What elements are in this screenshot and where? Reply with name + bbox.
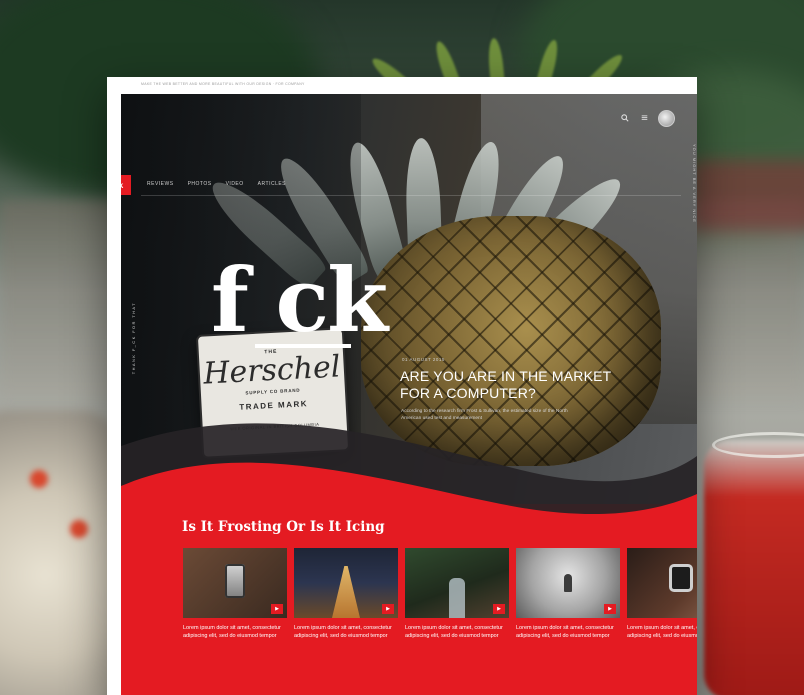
background-jar — [0, 410, 120, 695]
headline-underscore — [255, 344, 351, 348]
card-thumbnail: ▶ — [405, 548, 509, 618]
website-mockup: MAKE THE WEB BETTER AND MORE BEAUTIFUL W… — [107, 77, 697, 695]
card-thumbnail: ▶ — [516, 548, 620, 618]
video-card[interactable]: ▶ Lorem ipsum dolor sit amet, consectetu… — [627, 548, 697, 640]
card-caption: Lorem ipsum dolor sit amet, consectetur … — [627, 625, 697, 639]
post-excerpt: According to the research firm Frost & S… — [401, 409, 568, 421]
background-cup — [690, 160, 804, 230]
side-vertical-text: YOU MIGHT BE A VERY NICE — [692, 144, 697, 223]
site-logo[interactable]: k — [121, 175, 131, 195]
main-nav: REVIEWS PHOTOS VIDEO ARTICLES — [147, 181, 286, 187]
play-icon[interactable]: ▶ — [493, 604, 505, 614]
video-cards: ▶ Lorem ipsum dolor sit amet, consectetu… — [183, 548, 697, 640]
card-thumbnail: ▶ — [294, 548, 398, 618]
card-thumbnail: ▶ — [627, 548, 697, 618]
hero-section: THE Herschel SUPPLY CO BRAND TRADE MARK … — [121, 94, 697, 695]
card-caption: Lorem ipsum dolor sit amet, consectetur … — [405, 625, 503, 639]
card-thumbnail: ▶ — [183, 548, 287, 618]
nav-item-video[interactable]: VIDEO — [226, 181, 244, 187]
side-vertical-text-left: THANK F_CK FOR THAT — [131, 302, 136, 375]
video-card[interactable]: ▶ Lorem ipsum dolor sit amet, consectetu… — [183, 548, 287, 640]
video-card[interactable]: ▶ Lorem ipsum dolor sit amet, consectetu… — [516, 548, 620, 640]
post-date: 01 AUGUST 2015 — [402, 357, 445, 362]
card-caption: Lorem ipsum dolor sit amet, consectetur … — [183, 625, 281, 639]
play-icon[interactable]: ▶ — [604, 604, 616, 614]
post-title[interactable]: ARE YOU ARE IN THE MARKET FOR A COMPUTER… — [400, 368, 620, 402]
play-icon[interactable]: ▶ — [382, 604, 394, 614]
card-caption: Lorem ipsum dolor sit amet, consectetur … — [294, 625, 392, 639]
avatar[interactable] — [658, 110, 675, 127]
section-title: Is It Frosting Or Is It Icing — [182, 519, 385, 535]
menu-icon[interactable] — [639, 114, 649, 124]
card-caption: Lorem ipsum dolor sit amet, consectetur … — [516, 625, 614, 639]
video-card[interactable]: ▶ Lorem ipsum dolor sit amet, consectetu… — [405, 548, 509, 640]
nav-item-articles[interactable]: ARTICLES — [258, 181, 286, 187]
nav-divider — [141, 195, 681, 196]
hero-headline: f ck — [211, 248, 388, 352]
video-card[interactable]: ▶ Lorem ipsum dolor sit amet, consectetu… — [294, 548, 398, 640]
nav-item-reviews[interactable]: REVIEWS — [147, 181, 174, 187]
search-icon[interactable] — [620, 113, 630, 124]
play-icon[interactable]: ▶ — [271, 604, 283, 614]
header-actions — [620, 110, 675, 127]
background-juice-glass — [704, 440, 804, 695]
nav-item-photos[interactable]: PHOTOS — [188, 181, 212, 187]
mockup-top-line: MAKE THE WEB BETTER AND MORE BEAUTIFUL W… — [141, 82, 305, 86]
